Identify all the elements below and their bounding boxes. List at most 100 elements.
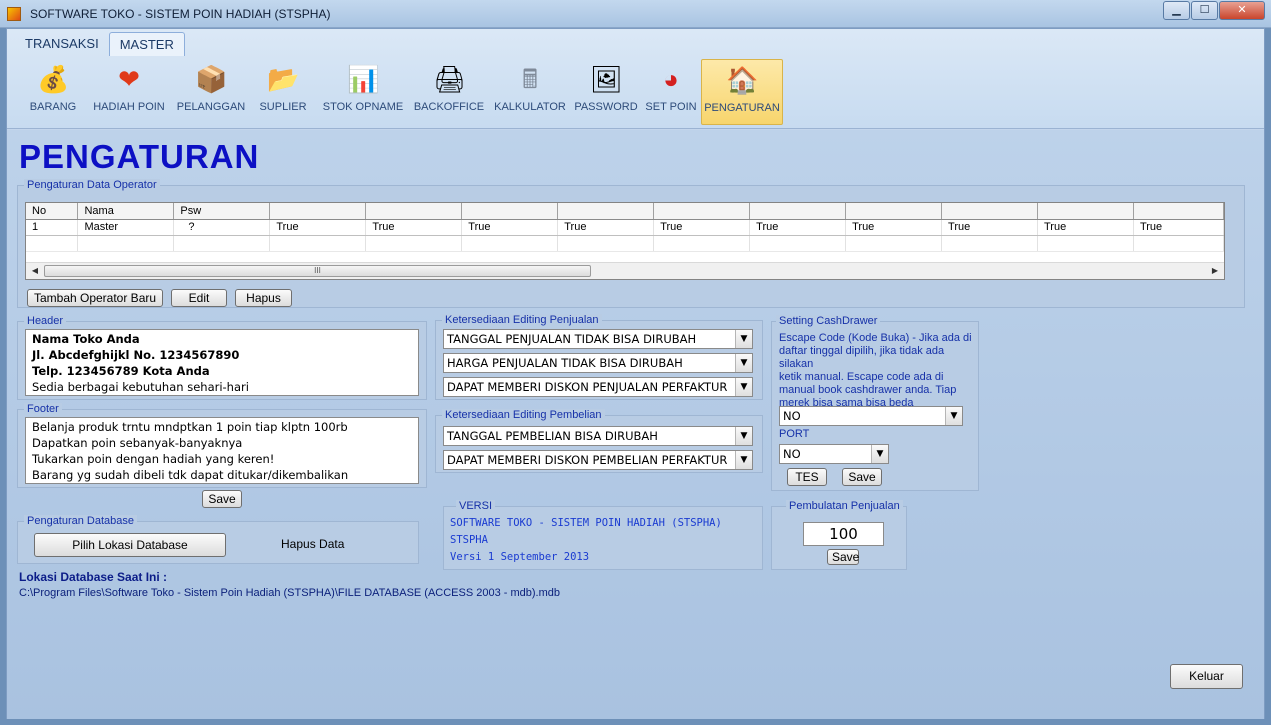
- select-value: TANGGAL PENJUALAN TIDAK BISA DIRUBAH: [447, 332, 697, 346]
- chevron-down-icon[interactable]: ▼: [735, 330, 752, 348]
- tool-label: BACKOFFICE: [413, 101, 485, 113]
- app-icon: [7, 7, 21, 21]
- purchase-date-select[interactable]: TANGGAL PEMBELIAN BISA DIRUBAH ▼: [443, 426, 753, 446]
- column-header[interactable]: No: [26, 203, 79, 220]
- tool-password[interactable]: 🖼 PASSWORD: [571, 59, 641, 125]
- column-header[interactable]: [749, 203, 847, 220]
- window-frame: TRANSAKSI MASTER 💰 BARANG ❤ HADIAH POIN …: [6, 28, 1265, 719]
- save-header-footer-button[interactable]: Save: [202, 490, 242, 508]
- tool-backoffice[interactable]: 🖨 BACKOFFICE: [409, 59, 489, 125]
- select-value: NO: [783, 447, 801, 461]
- scroll-thumb[interactable]: III: [44, 265, 591, 277]
- cashdrawer-group: Setting CashDrawer Escape Code (Kode Buk…: [771, 315, 979, 491]
- tab-transaksi[interactable]: TRANSAKSI: [15, 32, 109, 56]
- title-bar: SOFTWARE TOKO - SISTEM POIN HADIAH (STSP…: [0, 0, 1271, 28]
- exit-button[interactable]: Keluar: [1170, 664, 1243, 689]
- chart-check-icon: 📊: [347, 64, 380, 94]
- sales-price-select[interactable]: HARGA PENJUALAN TIDAK BISA DIRUBAH ▼: [443, 353, 753, 373]
- window-controls: ▁ ☐ ✕: [1162, 1, 1265, 20]
- ribbon: TRANSAKSI MASTER 💰 BARANG ❤ HADIAH POIN …: [7, 29, 1264, 129]
- tool-hadiah-poin[interactable]: ❤ HADIAH POIN: [85, 59, 173, 125]
- save-cashdrawer-button[interactable]: Save: [842, 468, 882, 486]
- column-header[interactable]: Psw: [173, 203, 271, 220]
- database-location-label: Lokasi Database Saat Ini :: [19, 570, 168, 584]
- chevron-down-icon[interactable]: ▼: [945, 407, 962, 425]
- minimize-button[interactable]: ▁: [1163, 1, 1190, 20]
- chevron-down-icon[interactable]: ▼: [735, 354, 752, 372]
- select-value: DAPAT MEMBERI DISKON PEMBELIAN PERFAKTUR: [447, 453, 728, 467]
- sales-discount-select[interactable]: DAPAT MEMBERI DISKON PENJUALAN PERFAKTUR…: [443, 377, 753, 397]
- column-header[interactable]: [1133, 203, 1224, 220]
- column-header[interactable]: [1037, 203, 1134, 220]
- close-button[interactable]: ✕: [1219, 1, 1265, 20]
- column-header[interactable]: [365, 203, 463, 220]
- description-line: manual book cashdrawer anda. Tiap: [779, 384, 957, 396]
- maximize-button[interactable]: ☐: [1191, 1, 1218, 20]
- group-title: Ketersediaan Editing Penjualan: [442, 314, 602, 327]
- tool-label: SET POIN: [645, 101, 697, 113]
- column-header[interactable]: [557, 203, 655, 220]
- scroll-left-icon[interactable]: ◀: [28, 265, 42, 277]
- tool-stok-opname[interactable]: 📊 STOK OPNAME: [317, 59, 409, 125]
- horizontal-scrollbar[interactable]: ◀ III ▶: [26, 262, 1224, 279]
- tool-kalkulator[interactable]: 🖩 KALKULATOR: [489, 59, 571, 125]
- printer-user-icon: 🖨: [433, 64, 467, 94]
- delete-data-label[interactable]: Hapus Data: [281, 537, 344, 551]
- save-rounding-button[interactable]: Save: [827, 549, 859, 565]
- tool-set-poin[interactable]: ◕ SET POIN: [641, 59, 701, 125]
- add-operator-button[interactable]: Tambah Operator Baru: [27, 289, 163, 307]
- footer-textbox[interactable]: Belanja produk trntu mndptkan 1 poin tia…: [25, 417, 419, 484]
- tool-suplier[interactable]: 📂 SUPLIER: [249, 59, 317, 125]
- chevron-down-icon[interactable]: ▼: [871, 445, 888, 463]
- sales-date-select[interactable]: TANGGAL PENJUALAN TIDAK BISA DIRUBAH ▼: [443, 329, 753, 349]
- chevron-down-icon[interactable]: ▼: [735, 451, 752, 469]
- pick-database-button[interactable]: Pilih Lokasi Database: [34, 533, 226, 557]
- tool-label: BARANG: [29, 101, 77, 113]
- tab-master[interactable]: MASTER: [108, 32, 185, 56]
- tool-pelanggan[interactable]: 📦 PELANGGAN: [173, 59, 249, 125]
- select-value: TANGGAL PEMBELIAN BISA DIRUBAH: [447, 429, 658, 443]
- footer-line: Barang yg sudah dibeli tdk dapat ditukar…: [32, 468, 349, 482]
- delete-operator-button[interactable]: Hapus: [235, 289, 292, 307]
- folder-icon: 📂: [267, 64, 300, 94]
- table-cell: True: [845, 219, 943, 236]
- column-header[interactable]: [269, 203, 367, 220]
- header-line: Jl. Abcdefghijkl No. 1234567890: [32, 348, 240, 362]
- edit-operator-button[interactable]: Edit: [171, 289, 227, 307]
- column-header[interactable]: [845, 203, 943, 220]
- test-cashdrawer-button[interactable]: TES: [787, 468, 827, 486]
- column-header[interactable]: [461, 203, 559, 220]
- table-cell: True: [1133, 219, 1224, 236]
- landscape-lock-icon: 🖼: [590, 64, 624, 94]
- tool-pengaturan[interactable]: 🏠 PENGATURAN: [701, 59, 783, 125]
- database-location-path: C:\Program Files\Software Toko - Sistem …: [19, 587, 561, 599]
- table-cell: True: [365, 219, 463, 236]
- column-header[interactable]: Nama: [77, 203, 175, 220]
- heart-icon: ❤: [118, 64, 140, 94]
- table-cell: True: [1037, 219, 1134, 236]
- chevron-down-icon[interactable]: ▼: [735, 378, 752, 396]
- table-row[interactable]: 1 Master ? True True True True True True…: [26, 219, 1224, 236]
- header-line: Telp. 123456789 Kota Anda: [32, 364, 210, 378]
- version-short: STSPHA: [450, 534, 488, 546]
- group-title: Header: [24, 315, 67, 328]
- escape-code-select[interactable]: NO ▼: [779, 406, 963, 426]
- header-textbox[interactable]: Nama Toko Anda Jl. Abcdefghijkl No. 1234…: [25, 329, 419, 396]
- port-select[interactable]: NO ▼: [779, 444, 889, 464]
- scroll-right-icon[interactable]: ▶: [1208, 265, 1222, 277]
- coins-icon: 💰: [37, 64, 70, 94]
- column-header[interactable]: [653, 203, 751, 220]
- sales-editing-group: Ketersediaan Editing Penjualan TANGGAL P…: [435, 314, 763, 400]
- tool-label: PELANGGAN: [176, 101, 246, 113]
- chevron-down-icon[interactable]: ▼: [735, 427, 752, 445]
- group-title: Setting CashDrawer: [776, 315, 881, 328]
- tool-barang[interactable]: 💰 BARANG: [21, 59, 85, 125]
- column-header[interactable]: [941, 203, 1038, 220]
- rounding-group: Pembulatan Penjualan 100 Save: [771, 500, 907, 570]
- purchase-discount-select[interactable]: DAPAT MEMBERI DISKON PEMBELIAN PERFAKTUR…: [443, 450, 753, 470]
- footer-line: Belanja produk trntu mndptkan 1 poin tia…: [32, 420, 348, 434]
- operator-grid[interactable]: No Nama Psw 1 Master ? True True True Tr…: [25, 202, 1225, 280]
- cell-no: 1: [26, 219, 79, 236]
- rounding-input[interactable]: 100: [803, 522, 884, 546]
- header-line: Nama Toko Anda: [32, 332, 140, 346]
